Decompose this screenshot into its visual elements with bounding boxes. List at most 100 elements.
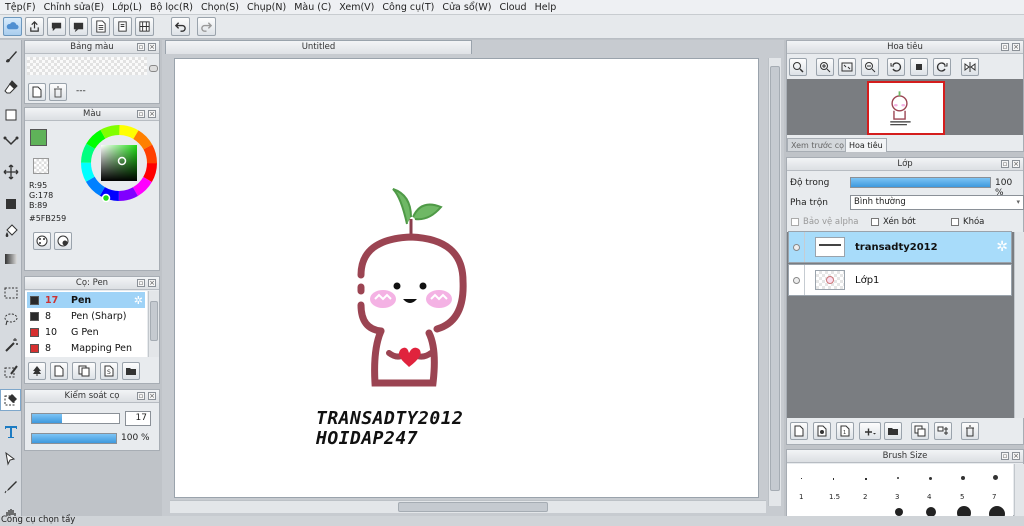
foreground-color[interactable]: [30, 129, 47, 146]
layer-opacity-slider[interactable]: [850, 177, 991, 188]
folder-icon[interactable]: [122, 362, 140, 380]
merge-layer-icon[interactable]: [934, 422, 952, 440]
fit-screen-icon[interactable]: [838, 58, 856, 76]
duplicate-layer-icon[interactable]: [911, 422, 929, 440]
brush-tool-icon[interactable]: [0, 46, 21, 68]
select-eraser-icon[interactable]: [0, 389, 21, 411]
float-icon[interactable]: ▫: [137, 43, 145, 51]
close-icon[interactable]: ×: [1012, 160, 1020, 168]
move-tool-icon[interactable]: [0, 161, 21, 183]
layer-scrollbar[interactable]: [1014, 232, 1024, 418]
share-icon[interactable]: [25, 17, 44, 36]
canvas-horizontal-scrollbar[interactable]: [170, 500, 766, 513]
menu-item[interactable]: Chụp(N): [243, 2, 290, 13]
menu-item[interactable]: Chọn(S): [197, 2, 243, 13]
zoom-in-icon[interactable]: [816, 58, 834, 76]
palette-settings-icon[interactable]: [54, 232, 72, 250]
redo-icon[interactable]: [197, 17, 216, 36]
reset-view-icon[interactable]: [910, 58, 928, 76]
layer-row[interactable]: transadty2012 ✲: [788, 231, 1012, 263]
float-icon[interactable]: ▫: [1001, 43, 1009, 51]
zoom-fit-icon[interactable]: [789, 58, 807, 76]
size-value[interactable]: 17: [125, 411, 151, 426]
menu-item[interactable]: Cửa sổ(W): [438, 2, 495, 13]
color-swatch-area[interactable]: [27, 57, 147, 75]
delete-layer-icon[interactable]: [961, 422, 979, 440]
brush-item[interactable]: 8 Pen (Sharp): [27, 308, 145, 324]
grid-icon[interactable]: [135, 17, 154, 36]
close-icon[interactable]: ×: [1012, 452, 1020, 460]
tree-icon[interactable]: [28, 362, 46, 380]
blend-mode-select[interactable]: Bình thường ▾: [850, 195, 1024, 210]
canvas-vertical-scrollbar[interactable]: [768, 58, 781, 506]
menu-item[interactable]: Help: [531, 2, 561, 13]
select-pen-icon[interactable]: [0, 361, 21, 383]
menu-item[interactable]: Bộ lọc(R): [146, 2, 197, 13]
gear-icon[interactable]: ✲: [996, 239, 1008, 255]
brush-item[interactable]: 17 Pen ✲: [27, 292, 145, 308]
menu-item[interactable]: Cloud: [495, 2, 530, 13]
text-tool-icon[interactable]: [0, 421, 21, 443]
float-icon[interactable]: ▫: [137, 110, 145, 118]
float-icon[interactable]: ▫: [1001, 160, 1009, 168]
transparent-color[interactable]: [33, 158, 49, 174]
rotate-left-icon[interactable]: [887, 58, 905, 76]
close-icon[interactable]: ×: [148, 110, 156, 118]
close-icon[interactable]: ×: [148, 43, 156, 51]
new-brush-icon[interactable]: [50, 362, 68, 380]
layer-row[interactable]: Lớp1: [788, 264, 1012, 296]
brush-item[interactable]: 10 G Pen: [27, 324, 145, 340]
menu-item[interactable]: Xem(V): [335, 2, 378, 13]
size-slider[interactable]: [31, 413, 120, 424]
gradient-tool-icon[interactable]: [0, 248, 21, 270]
marquee-icon[interactable]: [0, 282, 21, 304]
brush-size-scrollbar[interactable]: [1014, 464, 1024, 516]
new-page-icon[interactable]: [28, 83, 46, 101]
navigator-view[interactable]: [787, 79, 1023, 135]
operation-tool-icon[interactable]: [0, 448, 21, 470]
menu-item[interactable]: Lớp(L): [108, 2, 146, 13]
lasso-icon[interactable]: [0, 308, 21, 330]
add-layer-menu-icon[interactable]: [859, 422, 881, 440]
flip-icon[interactable]: [961, 58, 979, 76]
comment-icon[interactable]: [47, 17, 66, 36]
palette-icon[interactable]: [33, 232, 51, 250]
message-icon[interactable]: [69, 17, 88, 36]
document-icon[interactable]: [91, 17, 110, 36]
zoom-out-icon[interactable]: [861, 58, 879, 76]
tab-brush-preview[interactable]: Xem trước cọ: [787, 138, 849, 152]
fill-rect-icon[interactable]: [0, 193, 21, 215]
drawing-canvas[interactable]: TRANSADTY2012 HOIDAP247: [174, 58, 759, 498]
bucket-tool-icon[interactable]: [0, 221, 21, 243]
magic-wand-icon[interactable]: [0, 334, 21, 356]
lock-checkbox[interactable]: Khóa: [951, 217, 984, 227]
float-icon[interactable]: ▫: [137, 392, 145, 400]
eraser-tool-icon[interactable]: [0, 76, 21, 98]
new-1bit-layer-icon[interactable]: 1: [836, 422, 854, 440]
brush-settings-icon[interactable]: ✲: [134, 294, 143, 307]
layer-folder-icon[interactable]: [884, 422, 902, 440]
line-tool-icon[interactable]: [0, 131, 21, 153]
menu-item[interactable]: Màu (C): [290, 2, 335, 13]
cloud-icon[interactable]: [3, 17, 22, 36]
page-icon[interactable]: [113, 17, 132, 36]
undo-icon[interactable]: [171, 17, 190, 36]
trash-icon[interactable]: [49, 83, 67, 101]
menu-item[interactable]: Chỉnh sửa(E): [40, 2, 109, 13]
opacity-slider[interactable]: [31, 433, 117, 444]
new-layer-settings-icon[interactable]: [813, 422, 831, 440]
close-icon[interactable]: ×: [1012, 43, 1020, 51]
brush-settings-file-icon[interactable]: S: [100, 362, 118, 380]
close-icon[interactable]: ×: [148, 279, 156, 287]
new-layer-icon[interactable]: [790, 422, 808, 440]
navigator-preview[interactable]: [867, 81, 945, 135]
brush-item[interactable]: 8 Mapping Pen: [27, 340, 145, 356]
tab-untitled[interactable]: Untitled: [165, 40, 472, 54]
rotate-right-icon[interactable]: [933, 58, 951, 76]
clipping-checkbox[interactable]: Xén bớt: [871, 217, 916, 227]
select-rect-icon[interactable]: [0, 104, 21, 126]
scroll-handle[interactable]: [149, 65, 158, 72]
eyedropper-icon[interactable]: [0, 476, 21, 498]
float-icon[interactable]: ▫: [1001, 452, 1009, 460]
menu-item[interactable]: Tệp(F): [1, 2, 40, 13]
